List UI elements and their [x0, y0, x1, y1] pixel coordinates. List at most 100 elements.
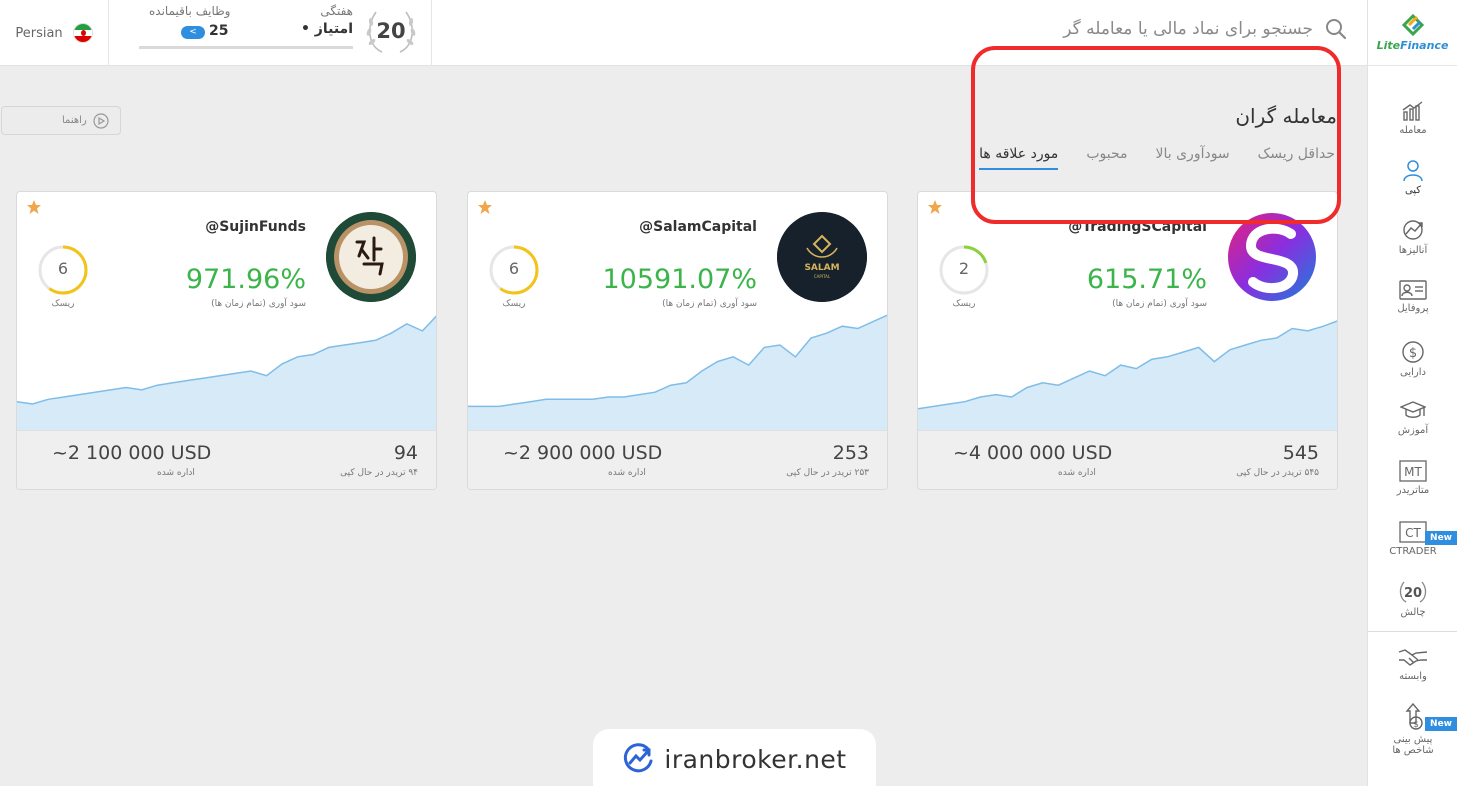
managed-label: اداره شده — [157, 468, 195, 478]
tasks-count: 25 — [209, 23, 229, 39]
managed-amount: ~2 900 000 USD — [503, 442, 663, 464]
sidebar-divider — [1368, 631, 1457, 632]
forecast-icon: $ — [1405, 703, 1423, 730]
new-badge: New — [1425, 531, 1457, 545]
managed-label: اداره شده — [608, 468, 646, 478]
copiers-count: 545 — [1282, 442, 1319, 464]
handshake-icon — [1398, 649, 1428, 666]
copy-user-icon — [1403, 160, 1423, 182]
sidebar-item-education[interactable]: آموزش — [1368, 400, 1457, 436]
sidebar-item-profile[interactable]: پروفایل — [1368, 280, 1457, 314]
search-bar[interactable]: جستجو برای نماد مالی یا معامله گر — [1063, 18, 1347, 40]
sidebar-item-trade[interactable]: معامله — [1368, 100, 1457, 136]
managed-amount: ~4 000 000 USD — [953, 442, 1113, 464]
guide-label: راهنما — [62, 115, 87, 126]
trader-card[interactable]: SALAM CAPITAL @SalamCapital 10591.07% سو… — [467, 191, 888, 490]
language-label: Persian — [15, 25, 63, 41]
sidebar-item-metatrader[interactable]: MT متاتریدر — [1368, 460, 1457, 496]
guide-button[interactable]: راهنما — [1, 106, 121, 135]
dollar-icon: $ — [1402, 341, 1424, 363]
trader-handle[interactable]: @SalamCapital — [639, 219, 757, 235]
sidebar-item-label: چالش — [1400, 607, 1426, 618]
brand-logo-icon — [1401, 13, 1424, 37]
points-label: • امتیاز — [300, 21, 353, 37]
search-input[interactable]: جستجو برای نماد مالی یا معامله گر — [1063, 19, 1313, 39]
sidebar-item-affiliate[interactable]: وابسته — [1368, 646, 1457, 682]
sidebar-item-assets[interactable]: $ دارایی — [1368, 340, 1457, 378]
performance-chart — [468, 314, 887, 430]
new-badge: New — [1425, 717, 1457, 731]
sidebar-item-label: معامله — [1399, 125, 1427, 136]
tab-min-risk[interactable]: حداقل ریسک — [1258, 146, 1335, 170]
profit-value: 10591.07% — [602, 264, 758, 295]
sidebar-item-label: وابسته — [1399, 671, 1427, 682]
sidebar-item-challenge[interactable]: 20 چالش — [1368, 580, 1457, 618]
liteFinance-logo[interactable]: LiteFinance — [1368, 0, 1457, 66]
language-selector[interactable]: Persian — [0, 0, 109, 66]
copiers-label: ۲۵۳ تریدر در حال کپی — [786, 468, 869, 478]
svg-text:CT: CT — [1405, 526, 1421, 540]
performance-chart — [17, 315, 436, 430]
tasks-arrow-button[interactable]: < — [181, 26, 205, 39]
trader-handle[interactable]: @TradingSCapital — [1068, 219, 1207, 235]
tab-popular[interactable]: محبوب — [1086, 146, 1127, 170]
watermark-text: iranbroker.net — [664, 744, 847, 774]
svg-text:CAPITAL: CAPITAL — [814, 274, 831, 279]
profit-label: سود آوری (تمام زمان ها) — [662, 299, 757, 309]
trader-avatar — [1227, 212, 1317, 302]
profit-value: 615.71% — [1086, 264, 1207, 295]
card-footer: 545 ۵۴۵ تریدر در حال کپی ~4 000 000 USD … — [918, 430, 1337, 489]
medal-number: 20 — [376, 19, 406, 43]
laurel-medal-icon: 20 — [362, 4, 420, 58]
sidebar-item-analytics[interactable]: آنالیزها — [1368, 218, 1457, 256]
page-title: معامله گران — [1235, 104, 1337, 128]
risk-label: ریسک — [952, 299, 976, 309]
sidebar-item-label: آموزش — [1397, 425, 1429, 436]
card-footer: 94 ۹۴ تریدر در حال کپی ~2 100 000 USD اد… — [17, 430, 436, 489]
iranbroker-logo-icon — [624, 743, 653, 773]
trader-filter-tabs: مورد علاقه ها محبوب سودآوری بالا حداقل ر… — [979, 146, 1335, 170]
tab-favorites[interactable]: مورد علاقه ها — [979, 146, 1059, 170]
weekly-progress-bar — [139, 46, 353, 49]
graduation-cap-icon — [1400, 401, 1426, 418]
profit-label: سود آوری (تمام زمان ها) — [211, 299, 306, 309]
risk-label: ریسک — [51, 299, 75, 309]
trader-avatar — [326, 212, 416, 302]
trader-handle[interactable]: @SujinFunds — [205, 219, 306, 235]
weekly-label: هفتگی — [320, 4, 353, 18]
sidebar-item-label: پیش بینی شاخص ها — [1392, 734, 1434, 756]
risk-score: 6 — [57, 259, 69, 278]
watermark: iranbroker.net — [593, 729, 876, 786]
play-icon — [93, 112, 109, 129]
svg-text:MT: MT — [1404, 465, 1422, 479]
card-footer: 253 ۲۵۳ تریدر در حال کپی ~2 900 000 USD … — [468, 430, 887, 489]
profit-label: سود آوری (تمام زمان ها) — [1112, 299, 1207, 309]
sidebar-item-copy[interactable]: کپی — [1368, 158, 1457, 196]
weekly-challenge-widget[interactable]: 20 هفتگی • امتیاز وظایف باقیمانده < 25 — [109, 0, 432, 66]
search-icon — [1326, 19, 1347, 40]
sidebar-item-label: پروفایل — [1397, 303, 1429, 314]
favorite-star-icon[interactable] — [927, 199, 943, 215]
favorite-star-icon[interactable] — [477, 199, 493, 215]
tasks-label: وظایف باقیمانده — [149, 4, 231, 18]
risk-label: ریسک — [502, 299, 526, 309]
top-bar: Persian 20 هفتگی • امتیاز وظایف باقیماند… — [0, 0, 1367, 66]
analytics-icon — [1403, 220, 1423, 240]
managed-label: اداره شده — [1058, 468, 1096, 478]
tab-high-profit[interactable]: سودآوری بالا — [1156, 146, 1230, 170]
risk-score: 2 — [958, 259, 970, 278]
svg-text:$: $ — [1413, 720, 1419, 730]
metatrader-icon: MT — [1399, 460, 1427, 482]
favorite-star-icon[interactable] — [26, 199, 42, 215]
profile-card-icon — [1399, 280, 1427, 300]
sidebar-item-label: کپی — [1404, 185, 1422, 196]
trader-card[interactable]: @SujinFunds 971.96% سود آوری (تمام زمان … — [16, 191, 437, 490]
sidebar: LiteFinance معامله کپی آنالیزها پروفایل … — [1367, 0, 1457, 786]
copiers-label: ۵۴۵ تریدر در حال کپی — [1236, 468, 1319, 478]
trader-card[interactable]: @TradingSCapital 615.71% سود آوری (تمام … — [917, 191, 1338, 490]
trade-chart-icon — [1402, 101, 1423, 121]
iran-flag-icon — [72, 23, 93, 43]
sidebar-item-label: متاتریدر — [1396, 485, 1430, 496]
challenge-medal-icon: 20 — [1399, 581, 1427, 603]
copiers-label: ۹۴ تریدر در حال کپی — [340, 468, 418, 478]
